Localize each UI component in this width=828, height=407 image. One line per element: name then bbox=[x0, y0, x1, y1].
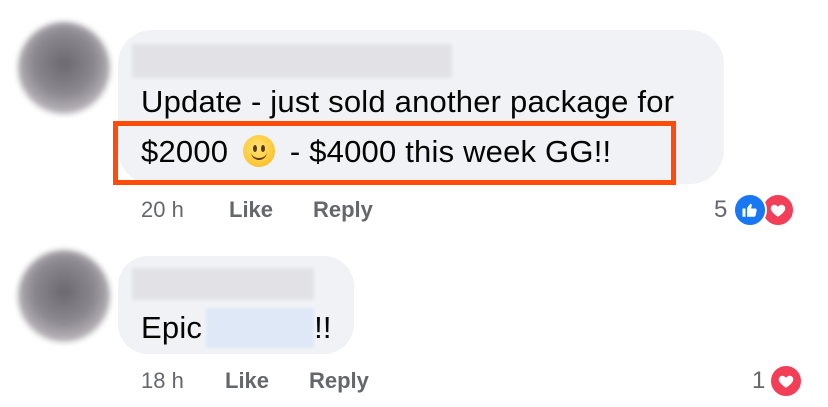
reply-button[interactable]: Reply bbox=[313, 197, 373, 223]
redacted-mention bbox=[206, 308, 315, 348]
like-button[interactable]: Like bbox=[225, 368, 269, 394]
smiley-emoji-icon bbox=[243, 135, 276, 167]
avatar[interactable] bbox=[18, 22, 110, 114]
love-icon bbox=[769, 364, 804, 398]
avatar[interactable] bbox=[18, 250, 110, 342]
comment-text-line2: $2000 - $4000 this week GG!! bbox=[141, 134, 611, 170]
reaction-summary[interactable]: 1 bbox=[752, 364, 804, 398]
reaction-summary[interactable]: 5 bbox=[714, 193, 796, 227]
reply-button[interactable]: Reply bbox=[309, 368, 369, 394]
like-button[interactable]: Like bbox=[229, 197, 273, 223]
comment-text-before: Epic bbox=[141, 310, 203, 345]
reaction-count: 1 bbox=[752, 367, 766, 394]
sale-amount: $2000 bbox=[141, 134, 229, 169]
comment-text-rest: - $4000 this week GG!! bbox=[289, 134, 612, 169]
reaction-count: 5 bbox=[714, 196, 728, 223]
timestamp[interactable]: 20 h bbox=[141, 197, 184, 223]
comment-text: Epic!! bbox=[141, 308, 332, 348]
comment-text-after: !! bbox=[314, 310, 332, 345]
like-icon bbox=[733, 193, 768, 227]
redacted-author-name[interactable] bbox=[132, 44, 452, 78]
timestamp[interactable]: 18 h bbox=[141, 368, 184, 394]
comment-text-line1: Update - just sold another package for bbox=[141, 84, 675, 119]
redacted-author-name[interactable] bbox=[132, 268, 314, 300]
